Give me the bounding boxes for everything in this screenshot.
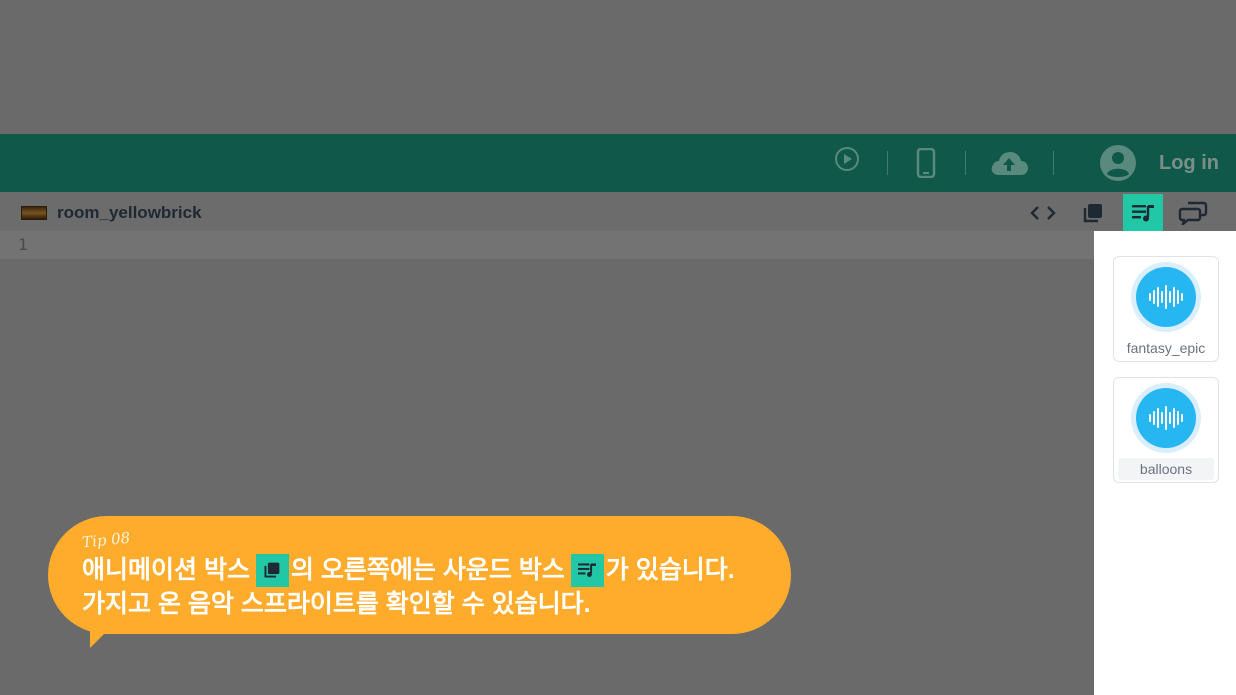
divider (1053, 151, 1054, 175)
top-bar (0, 134, 1236, 192)
phone-button[interactable] (912, 146, 940, 180)
sound-wave-icon (1136, 388, 1196, 448)
play-icon (835, 147, 859, 171)
cloud-upload-icon (991, 152, 1028, 175)
sprite-box-badge (255, 553, 289, 587)
tip-text: 가 있습니다. (605, 556, 735, 584)
tab-sound-box[interactable] (1123, 194, 1163, 231)
tab-code[interactable] (1023, 194, 1063, 231)
login-link[interactable]: Log in (1159, 148, 1219, 178)
editor-current-line[interactable] (0, 231, 1094, 259)
sprite-box-icon (264, 562, 280, 578)
code-icon (1030, 205, 1056, 220)
tab-chat[interactable] (1173, 194, 1213, 231)
sound-label: balloons (1118, 458, 1214, 480)
sound-card[interactable]: fantasy_epic (1113, 256, 1219, 362)
sound-box-icon (578, 563, 597, 577)
chat-icon (1178, 201, 1208, 225)
sound-wave-icon (1136, 267, 1196, 327)
tip-line-1: 애니메이션 박스 의 오른쪽에는 사운드 박스 가 있습니다. (82, 553, 735, 587)
account-button[interactable] (1098, 143, 1138, 183)
phone-icon (916, 148, 936, 178)
scene-thumbnail (21, 206, 47, 220)
scene-name: room_yellowbrick (57, 203, 202, 222)
upload-button[interactable] (986, 146, 1032, 180)
line-number: 1 (18, 235, 28, 254)
sound-box-badge (570, 553, 604, 587)
divider (965, 151, 966, 175)
tip-text: 의 오른쪽에는 사운드 박스 (290, 556, 565, 584)
sound-label: fantasy_epic (1126, 340, 1206, 356)
tab-sprite-box[interactable] (1073, 194, 1113, 231)
divider (887, 151, 888, 175)
sound-card[interactable]: balloons (1113, 377, 1219, 483)
play-button[interactable] (834, 146, 868, 180)
tip-bubble-tail (90, 626, 112, 648)
sound-box-icon (1132, 204, 1154, 221)
account-icon (1100, 145, 1136, 181)
tip-text: 애니메이션 박스 (82, 556, 250, 584)
tip-line-2: 가지고 온 음악 스프라이트를 확인할 수 있습니다. (82, 590, 591, 618)
sprite-box-icon (1083, 203, 1102, 222)
